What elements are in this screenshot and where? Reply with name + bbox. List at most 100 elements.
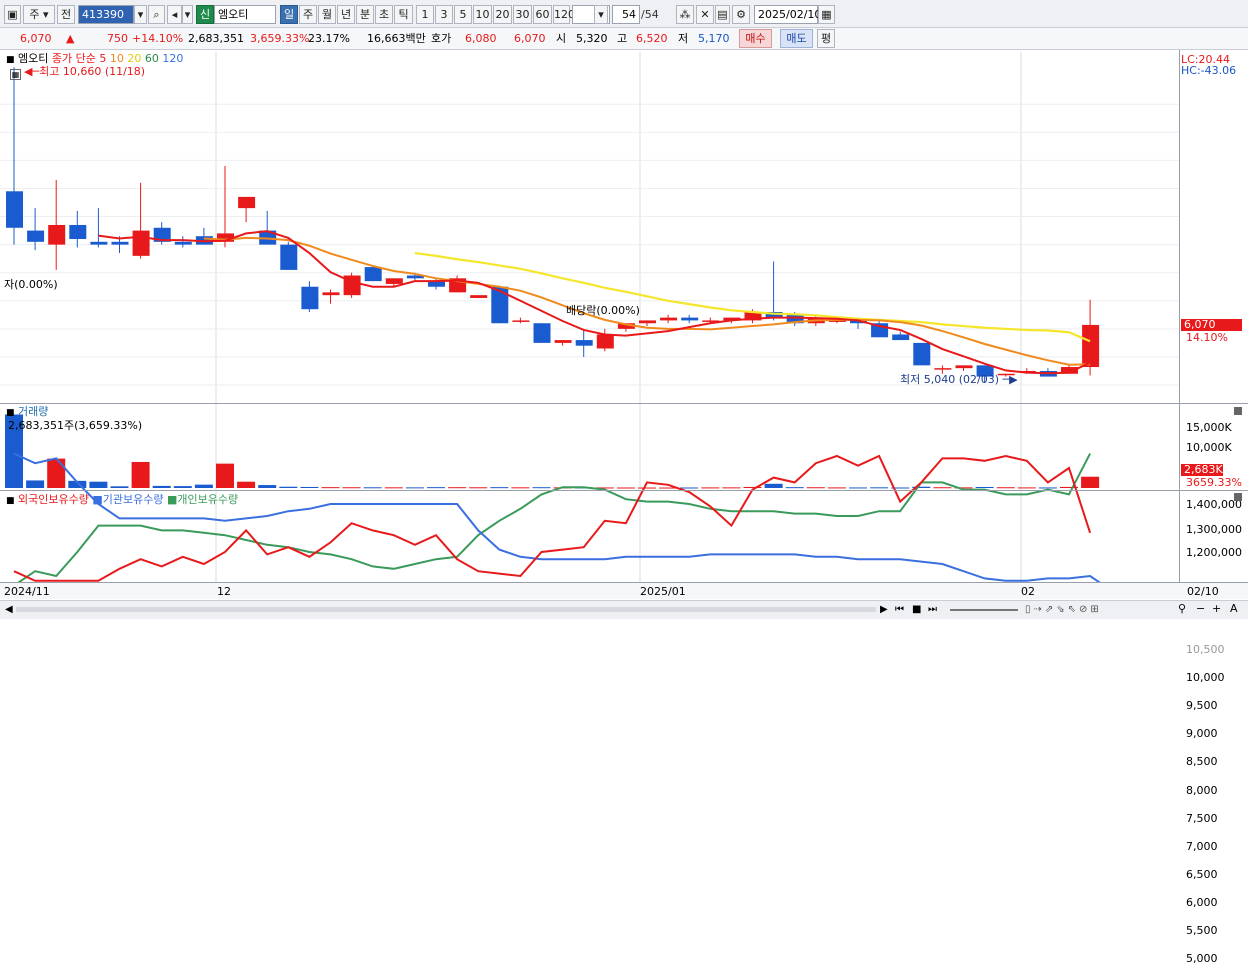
scroll-right-icon[interactable]: ▶ (880, 603, 888, 617)
volume-bar (110, 486, 129, 488)
period-minute-button[interactable]: 분 (356, 5, 374, 24)
volume-bar (490, 487, 509, 489)
period-week-button[interactable]: 주 (299, 5, 317, 24)
high-label: 고 (617, 32, 628, 45)
zoom-slider[interactable] (950, 609, 1018, 611)
gear-icon[interactable]: ⚙ (732, 5, 750, 24)
last-volume-ratio: 3659.33% (1186, 476, 1242, 489)
period-day-button[interactable]: 일 (280, 5, 298, 24)
price-tick-label: 6,500 (1186, 867, 1218, 881)
last-price-percent: 14.10% (1186, 331, 1228, 344)
trade-amount: 16,663백만 (367, 32, 426, 45)
max-price-marker: ◀─최고 10,660 (11/18) (24, 65, 146, 78)
interval-5-button[interactable]: 5 (454, 5, 472, 24)
x-label-02-10: 02/10 (1187, 585, 1219, 598)
volume-bar (194, 484, 213, 488)
open-label: 시 (556, 32, 567, 45)
last-page-icon[interactable]: ⏭ (928, 603, 937, 617)
x-axis[interactable]: 2024/11 12 2025/01 02 02/10 (0, 582, 1248, 599)
zoom-in-icon[interactable]: + (1212, 602, 1221, 616)
volume-bar (405, 487, 424, 489)
speaker-dropdown-icon[interactable]: ▾ (182, 5, 193, 24)
buy-button[interactable]: 매수 (739, 29, 772, 48)
y-axis-divider (1179, 50, 1180, 582)
page-current-input[interactable]: 54 (612, 5, 640, 24)
period-select[interactable]: 주 ▾ (23, 5, 55, 24)
interval-10-button[interactable]: 10 (473, 5, 492, 24)
drawing-tools-icons[interactable]: ▯⇢⇗⇘⇖⊘⊞ (1025, 603, 1102, 617)
volume-pane-bullet-icon: ■ (6, 408, 15, 418)
interval-30-button[interactable]: 30 (513, 5, 532, 24)
scroll-left-icon[interactable]: ◀ (5, 603, 13, 617)
horizontal-scrollbar[interactable] (16, 607, 876, 612)
volume-holding-divider[interactable] (0, 490, 1248, 491)
code-dropdown-icon[interactable]: ▾ (134, 5, 147, 24)
low-price: 5,170 (698, 32, 730, 45)
ma10-legend: 10 (109, 52, 124, 65)
first-page-icon[interactable]: ⏮ (895, 603, 904, 617)
period-select-label: 주 (29, 8, 40, 21)
date-input[interactable]: 2025/02/10 (754, 5, 821, 24)
price-volume-divider[interactable] (0, 403, 1248, 404)
period-year-button[interactable]: 년 (337, 5, 355, 24)
ma120-legend: 120 (162, 52, 184, 65)
bottom-toolbar: ◀ ▶ ⏮ ■ ⏭ ▯⇢⇗⇘⇖⊘⊞ ⚲ − + A (0, 600, 1248, 619)
period-tick-button[interactable]: 틱 (394, 5, 413, 24)
institution-bullet-icon: ■ (92, 493, 103, 506)
candle-body (955, 365, 973, 369)
holding-pane-close-icon[interactable] (1234, 493, 1242, 501)
eval-button[interactable]: 평 (817, 29, 835, 48)
volume-bar (173, 486, 192, 488)
volume-bar (279, 486, 298, 488)
hc-label: HC:-43.06 (1181, 64, 1237, 78)
volume-value: 2,683,351 (188, 32, 244, 45)
hoga-label: 호가 (431, 32, 452, 45)
calendar-small-icon[interactable]: ▦ (10, 69, 21, 80)
candle-body (470, 295, 488, 298)
link-icon[interactable]: ⁂ (676, 5, 694, 24)
price-tick-label: 5,000 (1186, 952, 1218, 965)
zoom-out-icon[interactable]: − (1196, 602, 1205, 616)
crosshair-icon[interactable]: ✕ (696, 5, 714, 24)
interval-20-button[interactable]: 20 (493, 5, 512, 24)
stock-chart[interactable] (0, 50, 1248, 621)
open-price: 5,320 (576, 32, 608, 45)
stock-name-field[interactable]: 엠오티 (214, 5, 276, 24)
chart-area[interactable]: ■ 엠오티 종가 단순 5 10 20 60 120 ▦ ◀─최고 10,660… (0, 50, 1248, 965)
interval-3-button[interactable]: 3 (435, 5, 453, 24)
price-tick-label: 8,500 (1186, 755, 1218, 769)
stop-icon[interactable]: ■ (912, 603, 921, 617)
auto-scale-icon[interactable]: A (1230, 602, 1238, 616)
calendar-icon[interactable]: ▦ (818, 5, 835, 24)
save-icon[interactable]: ▤ (715, 5, 730, 24)
interval-120-button[interactable]: 120 (553, 5, 575, 24)
candle-body (322, 292, 340, 296)
candle-body (660, 317, 678, 321)
zoom-icon[interactable]: ⚲ (1178, 602, 1186, 616)
candle-body (639, 320, 656, 324)
volume-bar (511, 487, 530, 489)
page-total: /54 (641, 8, 659, 21)
volume-pane-close-icon[interactable] (1234, 407, 1242, 415)
volume-bar (1038, 487, 1057, 489)
chart-layout-icon[interactable]: ▣ (4, 5, 21, 24)
sell-button[interactable]: 매도 (780, 29, 813, 48)
stock-code-input[interactable]: 413390 (78, 5, 134, 24)
candle-body (385, 278, 403, 284)
search-icon[interactable]: ⌕ (148, 5, 165, 24)
period-second-button[interactable]: 초 (375, 5, 393, 24)
speaker-icon[interactable]: ◂ (167, 5, 182, 24)
period-month-button[interactable]: 월 (318, 5, 336, 24)
volume-bar (532, 487, 551, 489)
prev-button[interactable]: 전 (57, 5, 75, 24)
custom-interval-dropdown-icon[interactable]: ▾ (594, 5, 608, 24)
volume-tick-15000k: 15,000K (1186, 421, 1232, 434)
candle-body (48, 224, 66, 245)
volume-bar (363, 487, 382, 489)
price-tick-label: 9,000 (1186, 727, 1218, 741)
x-label-2025-01: 2025/01 (640, 585, 686, 598)
interval-1-button[interactable]: 1 (416, 5, 434, 24)
volume-bar (680, 487, 699, 489)
interval-60-button[interactable]: 60 (533, 5, 552, 24)
foreign-legend: 외국인보유수량 (18, 493, 89, 506)
